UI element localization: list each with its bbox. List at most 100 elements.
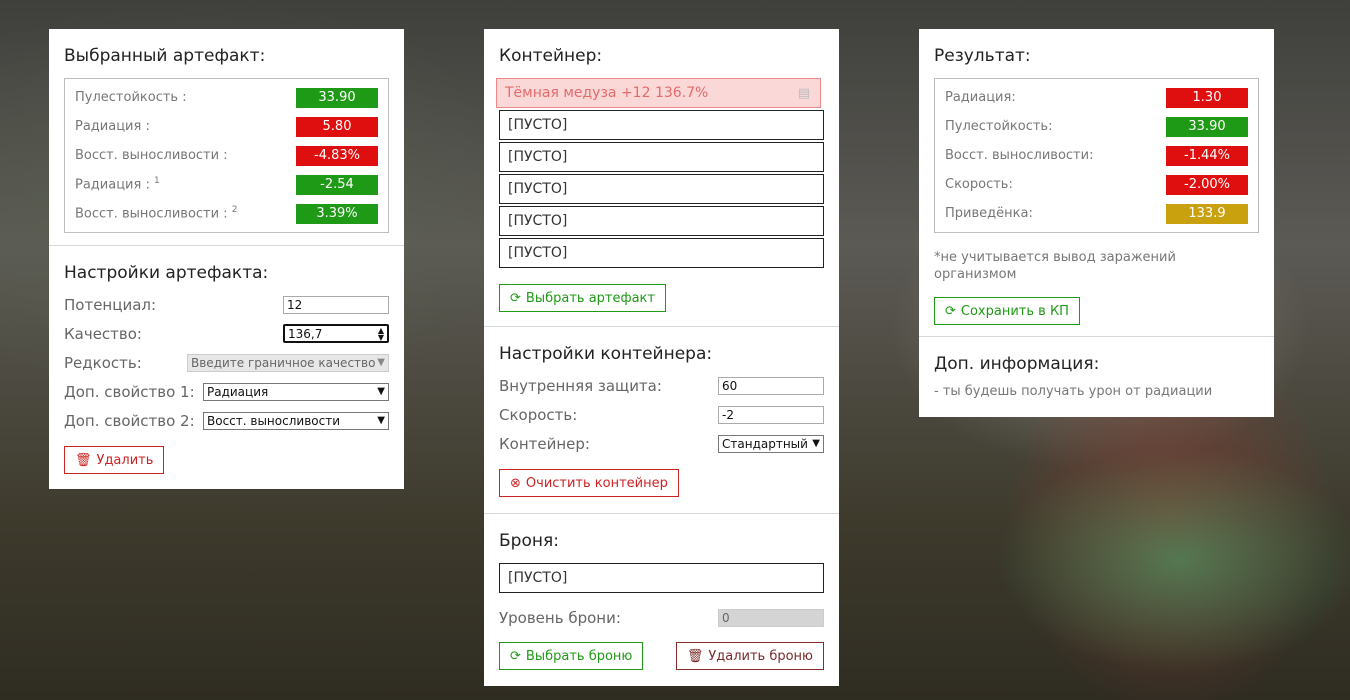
stat-value: 1.30 [1166,87,1248,108]
result-panel: Результат: Радиация: 1.30 Пулестойкость:… [919,29,1274,417]
stat-label: Восст. выносливости : 2 [75,205,238,222]
trash-icon: 🗑 [75,452,92,468]
quality-input[interactable]: 136,7 ▲ ▼ [283,324,389,343]
result-section: Результат: Радиация: 1.30 Пулестойкость:… [919,29,1274,336]
refresh-icon: ⟳ [510,648,521,664]
rarity-select[interactable]: Введите граничное качество ▼ [187,353,389,372]
extra-info-title: Доп. информация: [934,354,1100,374]
close-circle-icon: ⊗ [510,475,521,491]
potential-label: Потенциал: [64,295,157,314]
stat-value: 33.90 [296,87,378,108]
stat-value: 3.39% [296,203,378,224]
stat-label: Восст. выносливости: [945,148,1094,163]
extra1-row: Доп. свойство 1: Радиация ▼ [64,377,389,406]
speed-input[interactable]: -2 [718,405,824,424]
chevron-down-icon: ▼ [377,386,385,397]
result-note: *не учитывается вывод заражений организм… [934,250,1176,282]
result-title: Результат: [934,46,1031,66]
container-settings-title: Настройки контейнера: [499,344,713,364]
extra-info-section: Доп. информация: - ты будешь получать ур… [919,336,1274,400]
container-type-label: Контейнер: [499,434,590,453]
speed-row: Скорость: -2 [499,400,824,429]
stat-value: 5.80 [296,116,378,137]
stat-label: Пулестойкость: [945,119,1053,134]
stat-value: -2.54 [296,174,378,195]
stat-label: Радиация : 1 [75,176,160,193]
chevron-down-icon: ▼ [377,415,385,426]
armor-section: Броня: [ПУСТО] Уровень брони: 0 ⟳ Выбрат… [484,513,839,670]
container-slot[interactable]: [ПУСТО] [499,206,824,236]
extra2-select[interactable]: Восст. выносливости ▼ [203,411,389,430]
extra-info-text: - ты будешь получать урон от радиации [934,384,1213,399]
rarity-row: Редкость: Введите граничное качество ▼ [64,348,389,377]
delete-armor-button[interactable]: 🗑 Удалить броню [675,642,824,670]
result-stat-row: Скорость: -2.00% [945,170,1248,199]
refresh-icon: ⟳ [510,290,521,306]
artifact-stats-box: Пулестойкость : 33.90 Радиация : 5.80 Во… [64,78,389,233]
protection-label: Внутренняя защита: [499,376,662,395]
delete-artifact-button[interactable]: 🗑 Удалить [64,446,165,474]
stat-value: 33.90 [1166,116,1248,137]
container-type-select[interactable]: Стандартный ▼ [718,434,824,453]
stat-label: Приведёнка: [945,206,1033,221]
artifact-stats-section: Выбранный артефакт: Пулестойкость : 33.9… [49,29,404,245]
stat-value: -2.00% [1166,174,1248,195]
artifact-stat-row: Пулестойкость : 33.90 [75,83,378,112]
armor-title: Броня: [499,531,559,551]
select-artifact-button[interactable]: ⟳ Выбрать артефакт [499,284,666,312]
armor-level-label: Уровень брони: [499,608,621,627]
stat-label: Пулестойкость : [75,90,187,105]
clear-container-button[interactable]: ⊗ Очистить контейнер [499,469,679,497]
trash-icon: 🗑 [686,648,704,664]
result-stats-box: Радиация: 1.30 Пулестойкость: 33.90 Восс… [934,78,1259,233]
protection-input[interactable]: 60 [718,376,824,395]
chevron-down-icon: ▼ [812,438,820,449]
stat-label: Радиация: [945,90,1016,105]
container-settings-section: Настройки контейнера: Внутренняя защита:… [484,326,839,513]
save-to-kp-button[interactable]: ⟳ Сохранить в КП [934,297,1080,325]
protection-row: Внутренняя защита: 60 [499,371,824,400]
result-stat-row: Пулестойкость: 33.90 [945,112,1248,141]
container-panel: Контейнер: Тёмная медуза +12 136.7% ▤ [П… [484,29,839,686]
container-slot[interactable]: [ПУСТО] [499,110,824,140]
stat-value: -1.44% [1166,145,1248,166]
artifact-stat-row: Радиация : 5.80 [75,112,378,141]
extra1-select[interactable]: Радиация ▼ [203,382,389,401]
result-stat-row: Восст. выносливости: -1.44% [945,141,1248,170]
stat-label: Скорость: [945,177,1013,192]
potential-row: Потенциал: 12 [64,290,389,319]
quality-label: Качество: [64,324,142,343]
artifact-stat-row: Восст. выносливости : -4.83% [75,141,378,170]
extra2-label: Доп. свойство 2: [64,411,195,430]
document-icon[interactable]: ▤ [798,86,810,101]
container-slot[interactable]: [ПУСТО] [499,238,824,268]
result-stat-row: Приведёнка: 133.9 [945,199,1248,228]
artifact-stat-row: Радиация : 1 -2.54 [75,170,378,199]
rarity-label: Редкость: [64,353,142,372]
container-slot-filled[interactable]: Тёмная медуза +12 136.7% ▤ [496,78,821,108]
armor-level-input[interactable]: 0 [718,608,824,627]
artifact-settings-title: Настройки артефакта: [64,263,269,283]
armor-slot[interactable]: [ПУСТО] [499,563,824,593]
container-slot[interactable]: [ПУСТО] [499,142,824,172]
artifact-stat-row: Восст. выносливости : 2 3.39% [75,199,378,228]
stat-value: -4.83% [296,145,378,166]
stat-label: Восст. выносливости : [75,148,228,163]
result-stat-row: Радиация: 1.30 [945,83,1248,112]
quality-row: Качество: 136,7 ▲ ▼ [64,319,389,348]
stat-superscript: 1 [153,176,160,187]
stat-value: 133.9 [1166,203,1248,224]
armor-level-row: Уровень брони: 0 [499,603,824,632]
artifact-panel: Выбранный артефакт: Пулестойкость : 33.9… [49,29,404,489]
extra2-row: Доп. свойство 2: Восст. выносливости ▼ [64,406,389,435]
chevron-down-icon: ▼ [377,357,385,368]
extra1-label: Доп. свойство 1: [64,382,195,401]
potential-input[interactable]: 12 [283,295,389,314]
container-title: Контейнер: [499,46,603,66]
artifact-settings-section: Настройки артефакта: Потенциал: 12 Качес… [49,245,404,474]
select-armor-button[interactable]: ⟳ Выбрать броню [499,642,644,670]
container-slot[interactable]: [ПУСТО] [499,174,824,204]
speed-label: Скорость: [499,405,578,424]
container-type-row: Контейнер: Стандартный ▼ [499,429,824,458]
stepper-arrows-icon[interactable]: ▲ ▼ [378,326,384,341]
